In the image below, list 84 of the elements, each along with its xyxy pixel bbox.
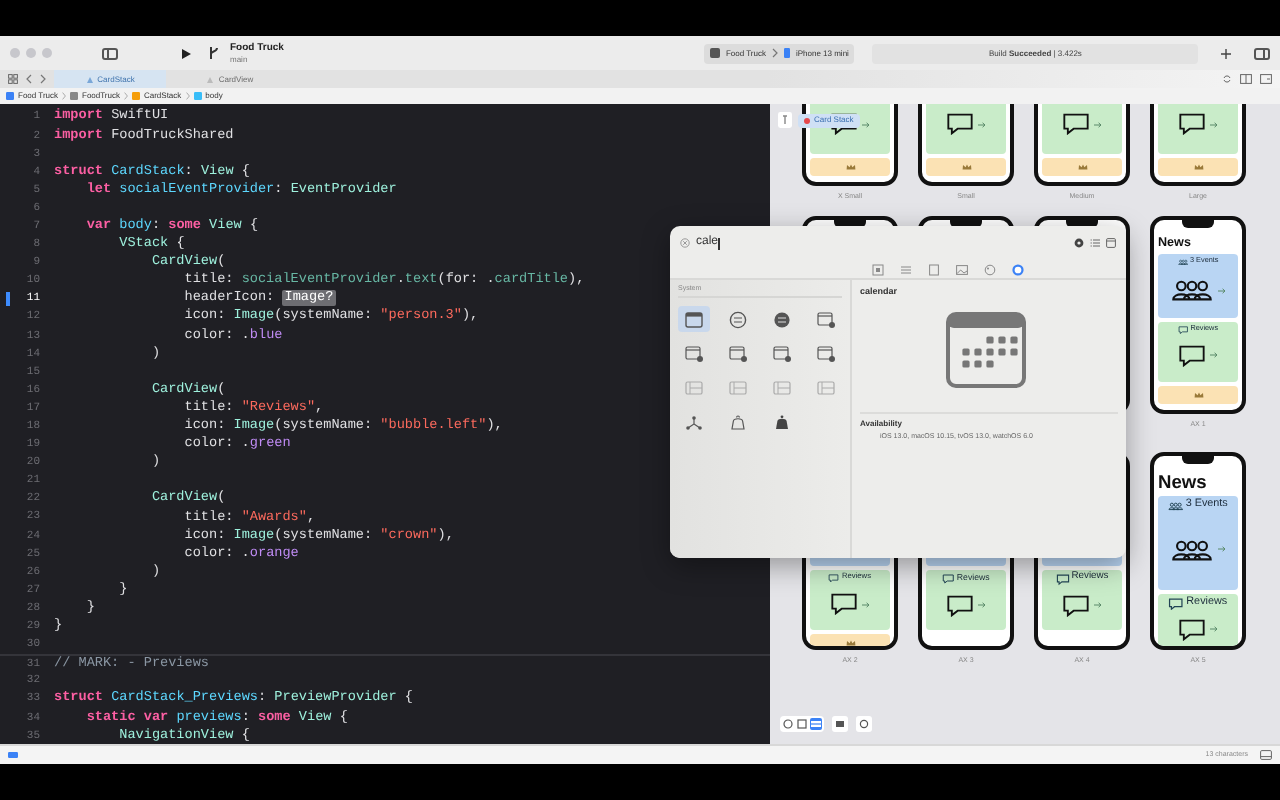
category-tab-icon[interactable] (872, 263, 884, 275)
arrow-icon (862, 601, 870, 608)
chevron-icon (771, 48, 778, 58)
arrow-icon (1218, 287, 1226, 294)
people-icon (1168, 500, 1184, 513)
circle-icon[interactable] (728, 309, 748, 330)
speech-bubble-icon (1177, 325, 1189, 334)
arrow-icon (1210, 352, 1218, 359)
speech-bubble-icon (942, 574, 955, 584)
forward-icon[interactable] (40, 74, 46, 84)
back-icon[interactable] (26, 74, 32, 84)
device-settings-icon[interactable] (832, 716, 848, 732)
category-tab-icon[interactable] (984, 263, 996, 275)
speech-bubble-icon (1178, 343, 1206, 368)
arrow-icon (1210, 626, 1218, 633)
crown-icon (1193, 164, 1203, 170)
panel-icon[interactable] (1106, 238, 1116, 248)
window-icon[interactable] (684, 343, 704, 364)
add-editor-icon[interactable] (1260, 74, 1272, 84)
speech-bubble-icon (946, 593, 974, 617)
category-tab-icon[interactable] (1012, 263, 1024, 275)
calendar-icon (945, 311, 1025, 388)
speech-bubble-icon (1055, 574, 1070, 586)
crown-icon (1193, 391, 1203, 398)
branch-icon (208, 46, 220, 60)
arrow-icon (978, 602, 986, 608)
speech-bubble-icon (946, 112, 974, 136)
crown-icon (961, 164, 971, 170)
settings-icon[interactable] (1074, 238, 1084, 248)
chevron-icon (185, 92, 190, 100)
arrow-icon (1094, 121, 1102, 127)
people-icon (1170, 278, 1214, 303)
chevron-icon (62, 92, 67, 100)
swift-file-icon (85, 75, 94, 83)
preview-mode-icon[interactable] (810, 718, 822, 730)
arrow-icon (1218, 546, 1226, 553)
circle-icon[interactable] (772, 309, 792, 330)
people-icon (1177, 258, 1188, 267)
pin-icon[interactable] (778, 112, 792, 128)
window-icon[interactable] (772, 343, 792, 364)
speech-bubble-icon (1062, 112, 1090, 136)
speech-bubble-icon (1168, 597, 1185, 610)
arrow-icon (862, 121, 870, 127)
people-icon (1170, 537, 1214, 562)
refresh-icon[interactable] (1222, 74, 1232, 84)
file-icon (70, 92, 79, 100)
speech-bubble-icon (1062, 593, 1090, 618)
speech-bubble-icon (1178, 112, 1206, 136)
window-icon[interactable] (728, 343, 748, 364)
crown-icon (1077, 164, 1087, 170)
nodes-icon[interactable] (684, 411, 704, 432)
category-image-icon[interactable] (956, 263, 968, 275)
screen-title: News (1158, 474, 1209, 493)
clear-icon[interactable] (680, 238, 690, 248)
calendar-icon[interactable] (684, 309, 704, 330)
add-icon[interactable] (1220, 47, 1232, 59)
category-tab-icon[interactable] (928, 263, 940, 275)
file-icon (131, 92, 140, 100)
arrow-icon (978, 121, 986, 127)
file-icon (6, 92, 14, 100)
preview-mode-icon[interactable] (782, 718, 794, 730)
window-icon[interactable] (816, 343, 836, 364)
speech-bubble-icon (830, 592, 858, 617)
speech-bubble-icon (1178, 617, 1206, 642)
speech-bubble-icon (828, 574, 840, 583)
crown-icon (845, 640, 855, 646)
app-icon (709, 48, 720, 58)
file-icon (193, 92, 202, 100)
split-editor-icon[interactable] (1240, 74, 1252, 84)
panel-toggle-icon[interactable] (1260, 750, 1272, 760)
bell-icon[interactable] (728, 411, 748, 432)
bell-icon[interactable] (772, 411, 792, 432)
inspector-icon[interactable] (1254, 47, 1270, 59)
grid-icon[interactable] (8, 74, 18, 84)
chevron-icon (123, 92, 128, 100)
sidebar-icon[interactable] (102, 47, 118, 59)
phone-icon (783, 48, 790, 58)
preview-mode-icon[interactable] (796, 718, 808, 730)
run-icon[interactable] (180, 47, 192, 59)
window-icon[interactable] (816, 309, 836, 330)
zoom-icon[interactable] (856, 716, 872, 732)
arrow-icon (1210, 121, 1218, 127)
arrow-icon (1094, 602, 1102, 609)
crown-icon (845, 164, 855, 170)
